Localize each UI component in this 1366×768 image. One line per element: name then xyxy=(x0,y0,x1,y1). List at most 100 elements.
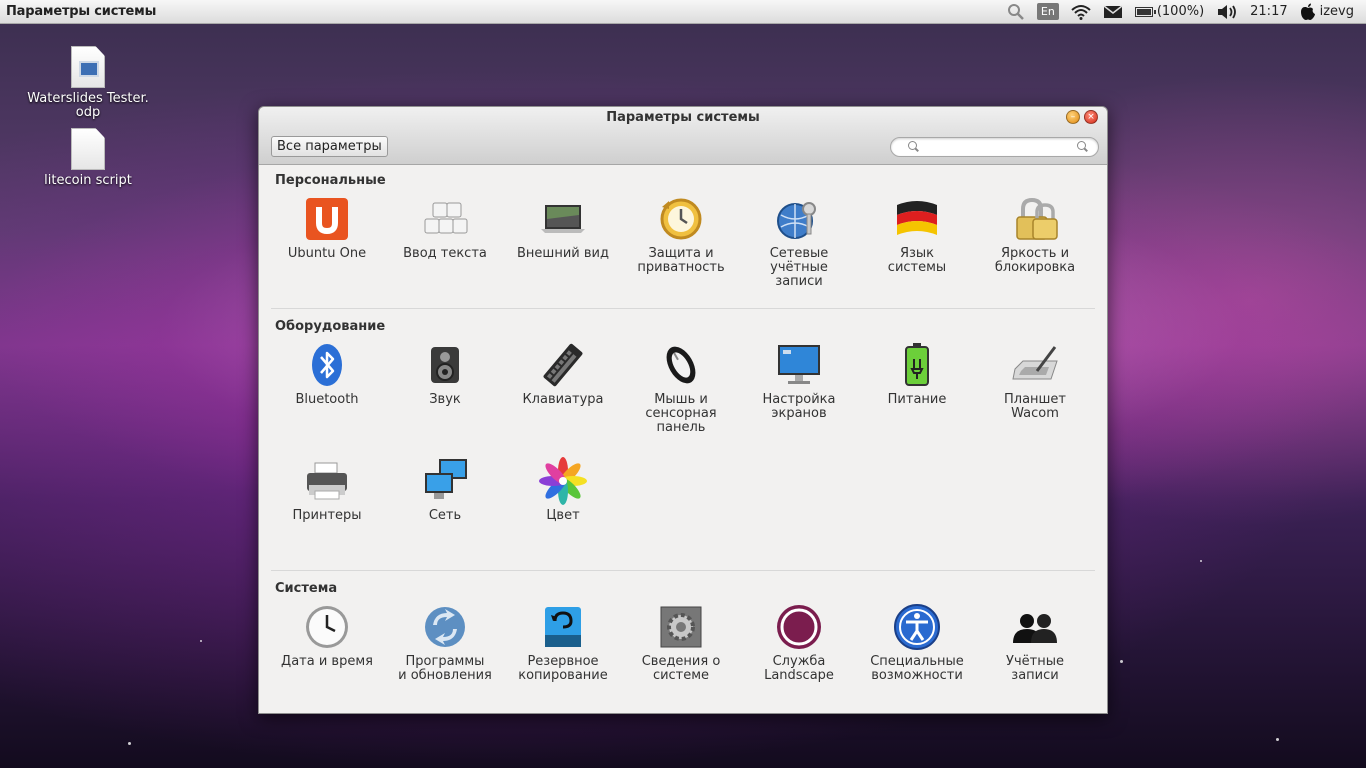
item-system-info[interactable]: Сведения о системе xyxy=(626,603,736,683)
clock-icon xyxy=(303,603,351,651)
item-language-support[interactable]: Язык системы xyxy=(862,195,972,275)
search-input[interactable] xyxy=(925,139,1075,155)
search-field[interactable] xyxy=(890,137,1099,157)
wifi-icon[interactable] xyxy=(1071,4,1091,20)
all-settings-button[interactable]: Все параметры xyxy=(271,136,388,157)
item-security-privacy[interactable]: Защита и приватность xyxy=(626,195,736,275)
keyboard-icon xyxy=(539,341,587,389)
printer-icon xyxy=(303,457,351,505)
desktop-icon-odp[interactable]: Waterslides Tester. odp xyxy=(23,46,153,120)
item-label: Bluetooth xyxy=(295,392,359,407)
keys-icon xyxy=(421,195,469,243)
mail-icon[interactable] xyxy=(1103,4,1123,19)
item-label: Клавиатура xyxy=(522,392,604,407)
star xyxy=(1200,560,1202,562)
system-settings-window: Параметры системы – × Все параметры Перс… xyxy=(258,106,1108,714)
top-panel: Параметры системы En (100%) 21:17 izevg xyxy=(0,0,1366,24)
minimize-button[interactable]: – xyxy=(1066,110,1080,124)
user-menu[interactable]: izevg xyxy=(1300,3,1354,21)
item-ubuntu-one[interactable]: Ubuntu One xyxy=(272,195,382,261)
battery-icon xyxy=(1134,6,1156,17)
item-label: Звук xyxy=(429,392,461,407)
minimize-icon: – xyxy=(1070,112,1076,122)
item-label: Сетевые учётные записи xyxy=(769,246,829,289)
gears-icon xyxy=(657,603,705,651)
item-color[interactable]: Цвет xyxy=(508,457,618,523)
backup-drive-icon xyxy=(539,603,587,651)
volume-icon[interactable] xyxy=(1216,4,1238,20)
item-accessibility[interactable]: Специальные возможности xyxy=(862,603,972,683)
panel-indicators: En (100%) 21:17 izevg xyxy=(1007,0,1366,24)
section-title: Персональные xyxy=(275,173,386,188)
item-bluetooth[interactable]: Bluetooth xyxy=(272,341,382,407)
item-label: Дата и время xyxy=(281,654,373,669)
item-label: Принтеры xyxy=(292,508,362,523)
star xyxy=(200,640,202,642)
laptop-icon xyxy=(539,195,587,243)
item-label: Внешний вид xyxy=(517,246,609,261)
close-button[interactable]: × xyxy=(1084,110,1098,124)
presentation-file-icon xyxy=(71,46,105,88)
item-brightness-lock[interactable]: Яркость и блокировка xyxy=(980,195,1090,275)
battery-indicator[interactable]: (100%) xyxy=(1134,4,1205,19)
item-label: Сведения о системе xyxy=(641,654,721,683)
item-label: Цвет xyxy=(546,508,580,523)
item-user-accounts[interactable]: Учётные записи xyxy=(980,603,1090,683)
section-title: Система xyxy=(275,581,338,596)
keyboard-language-indicator[interactable]: En xyxy=(1036,3,1059,20)
search-clear-icon[interactable] xyxy=(1077,141,1088,152)
clock[interactable]: 21:17 xyxy=(1250,4,1287,19)
landscape-icon xyxy=(775,603,823,651)
clock-history-icon xyxy=(657,195,705,243)
battery-icon xyxy=(893,341,941,389)
item-displays[interactable]: Настройка экранов xyxy=(744,341,854,421)
item-printers[interactable]: Принтеры xyxy=(272,457,382,523)
item-backup[interactable]: Резервное копирование xyxy=(508,603,618,683)
accessibility-icon xyxy=(893,603,941,651)
item-label: Планшет Wacom xyxy=(1003,392,1067,421)
globe-key-icon xyxy=(775,195,823,243)
item-landscape[interactable]: Служба Landscape xyxy=(744,603,854,683)
search-icon xyxy=(908,141,919,152)
item-software-updates[interactable]: Программы и обновления xyxy=(390,603,500,683)
item-date-time[interactable]: Дата и время xyxy=(272,603,382,669)
battery-percent: (100%) xyxy=(1156,4,1205,19)
item-label: Ubuntu One xyxy=(287,246,367,261)
item-online-accounts[interactable]: Сетевые учётные записи xyxy=(744,195,854,289)
mouse-icon xyxy=(657,341,705,389)
desktop-icon-label: litecoin script xyxy=(44,173,132,188)
flag-icon xyxy=(893,195,941,243)
item-wacom-tablet[interactable]: Планшет Wacom xyxy=(980,341,1090,421)
user-name: izevg xyxy=(1319,4,1354,19)
item-appearance[interactable]: Внешний вид xyxy=(508,195,618,261)
item-label: Яркость и блокировка xyxy=(994,246,1076,275)
item-keyboard[interactable]: Клавиатура xyxy=(508,341,618,407)
item-label: Ввод текста xyxy=(403,246,487,261)
section-title: Оборудование xyxy=(275,319,386,334)
panel-app-name[interactable]: Параметры системы xyxy=(6,4,156,19)
item-label: Язык системы xyxy=(887,246,947,275)
item-label: Служба Landscape xyxy=(764,654,834,683)
item-label: Защита и приватность xyxy=(637,246,725,275)
star xyxy=(1276,738,1279,741)
text-file-icon xyxy=(71,128,105,170)
window-titlebar[interactable]: Параметры системы – × Все параметры xyxy=(259,107,1107,165)
section-separator xyxy=(271,308,1095,309)
search-icon[interactable] xyxy=(1007,3,1025,21)
item-label: Программы и обновления xyxy=(398,654,492,683)
item-text-entry[interactable]: Ввод текста xyxy=(390,195,500,261)
ubuntu-one-icon xyxy=(303,195,351,243)
item-label: Сеть xyxy=(428,508,462,523)
desktop-icon-script[interactable]: litecoin script xyxy=(23,128,153,188)
window-title: Параметры системы xyxy=(606,110,760,125)
padlock-icon xyxy=(1011,195,1059,243)
item-label: Учётные записи xyxy=(1006,654,1064,683)
star xyxy=(128,742,131,745)
apple-icon xyxy=(1300,3,1315,20)
item-sound[interactable]: Звук xyxy=(390,341,500,407)
item-network[interactable]: Сеть xyxy=(390,457,500,523)
item-label: Питание xyxy=(887,392,947,407)
item-power[interactable]: Питание xyxy=(862,341,972,407)
star xyxy=(1120,660,1123,663)
item-mouse-touchpad[interactable]: Мышь и сенсорная панель xyxy=(626,341,736,435)
